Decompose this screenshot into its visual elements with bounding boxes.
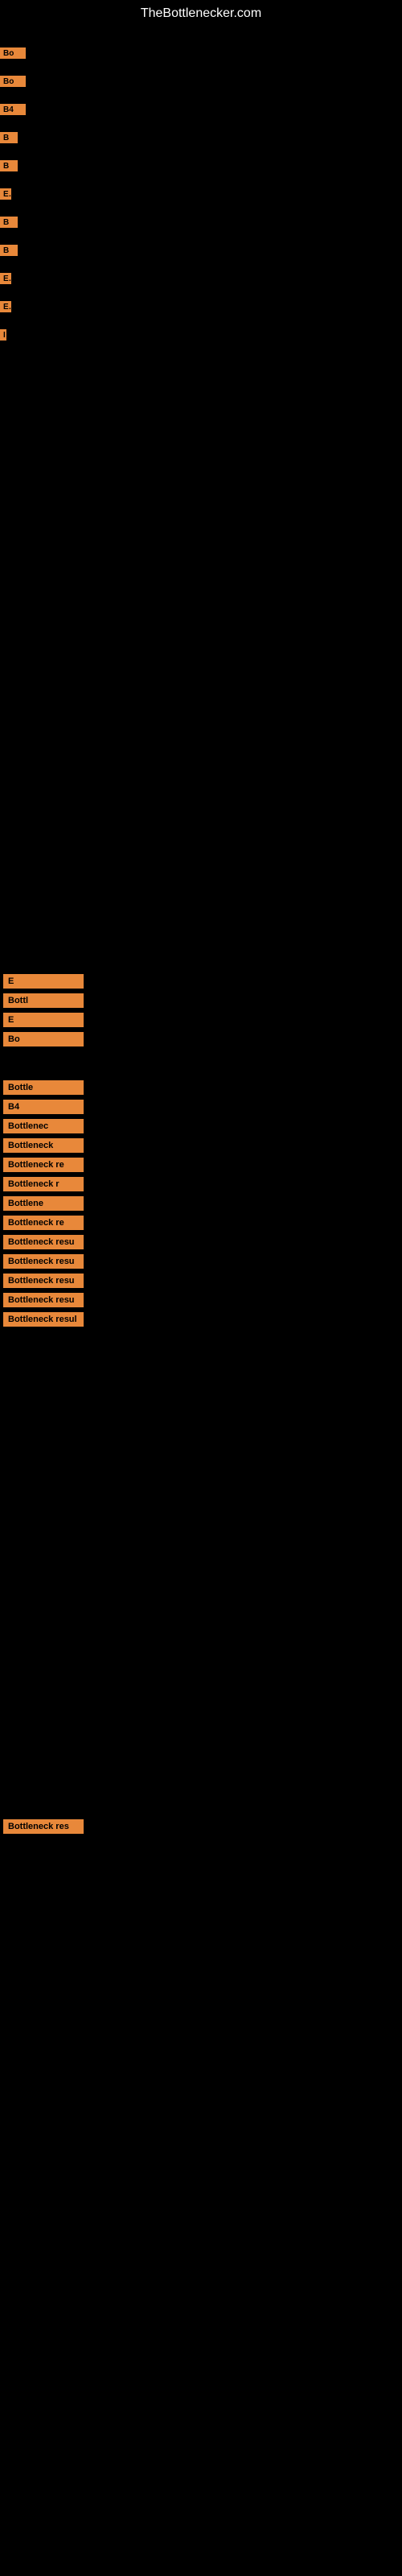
site-title: TheBottlenecker.com: [0, 0, 402, 27]
result-badge-11: Bottlene: [3, 1196, 84, 1211]
result-badge-15: Bottleneck resu: [3, 1274, 84, 1288]
result-item-12: Bottleneck re: [3, 1216, 399, 1230]
result-item-3: E: [3, 1013, 399, 1027]
result-badge-16: Bottleneck resu: [3, 1293, 84, 1307]
spacer-2: [0, 1051, 402, 1075]
bar-4: B: [0, 132, 18, 143]
bar-7: B: [0, 217, 18, 228]
result-item-final: Bottleneck res: [3, 1819, 399, 1834]
result-item-15: Bottleneck resu: [3, 1274, 399, 1288]
result-item-6: B4: [3, 1100, 399, 1114]
result-badge-5: Bottle: [3, 1080, 84, 1095]
result-badge-2: Bottl: [3, 993, 84, 1008]
bar-8: B: [0, 245, 18, 256]
result-badge-final: Bottleneck res: [3, 1819, 84, 1834]
bar-6: E: [0, 188, 11, 200]
bar-1: Bo: [0, 47, 26, 59]
result-item-17: Bottleneck resul: [3, 1312, 399, 1327]
result-item-11: Bottlene: [3, 1196, 399, 1211]
spacer-3: [0, 1331, 402, 1814]
result-item-4: Bo: [3, 1032, 399, 1046]
result-badge-3: E: [3, 1013, 84, 1027]
result-badge-7: Bottlenec: [3, 1119, 84, 1133]
result-item-10: Bottleneck r: [3, 1177, 399, 1191]
chart-area: Bo Bo B4 B B E B B E E I: [0, 27, 402, 510]
result-badge-4: Bo: [3, 1032, 84, 1046]
result-item-13: Bottleneck resu: [3, 1235, 399, 1249]
result-item-9: Bottleneck re: [3, 1158, 399, 1172]
result-badge-6: B4: [3, 1100, 84, 1114]
result-item-8: Bottleneck: [3, 1138, 399, 1153]
result-badge-1: E: [3, 974, 84, 989]
bar-2: Bo: [0, 76, 26, 87]
site-header: TheBottlenecker.com: [0, 0, 402, 27]
bar-9: E: [0, 273, 11, 284]
result-badge-17: Bottleneck resul: [3, 1312, 84, 1327]
bar-11: I: [0, 329, 6, 341]
bar-5: B: [0, 160, 18, 171]
result-badge-12: Bottleneck re: [3, 1216, 84, 1230]
result-item-14: Bottleneck resu: [3, 1254, 399, 1269]
spacer-1: [0, 510, 402, 961]
results-section: E Bottl E Bo Bottle B4 Bottlenec Bottlen…: [0, 961, 402, 1847]
result-badge-9: Bottleneck re: [3, 1158, 84, 1172]
result-item-5: Bottle: [3, 1080, 399, 1095]
result-item-16: Bottleneck resu: [3, 1293, 399, 1307]
result-badge-8: Bottleneck: [3, 1138, 84, 1153]
result-item-1: E: [3, 974, 399, 989]
result-item-7: Bottlenec: [3, 1119, 399, 1133]
bar-3: B4: [0, 104, 26, 115]
result-item-2: Bottl: [3, 993, 399, 1008]
bar-10: E: [0, 301, 11, 312]
result-badge-13: Bottleneck resu: [3, 1235, 84, 1249]
result-badge-14: Bottleneck resu: [3, 1254, 84, 1269]
result-badge-10: Bottleneck r: [3, 1177, 84, 1191]
